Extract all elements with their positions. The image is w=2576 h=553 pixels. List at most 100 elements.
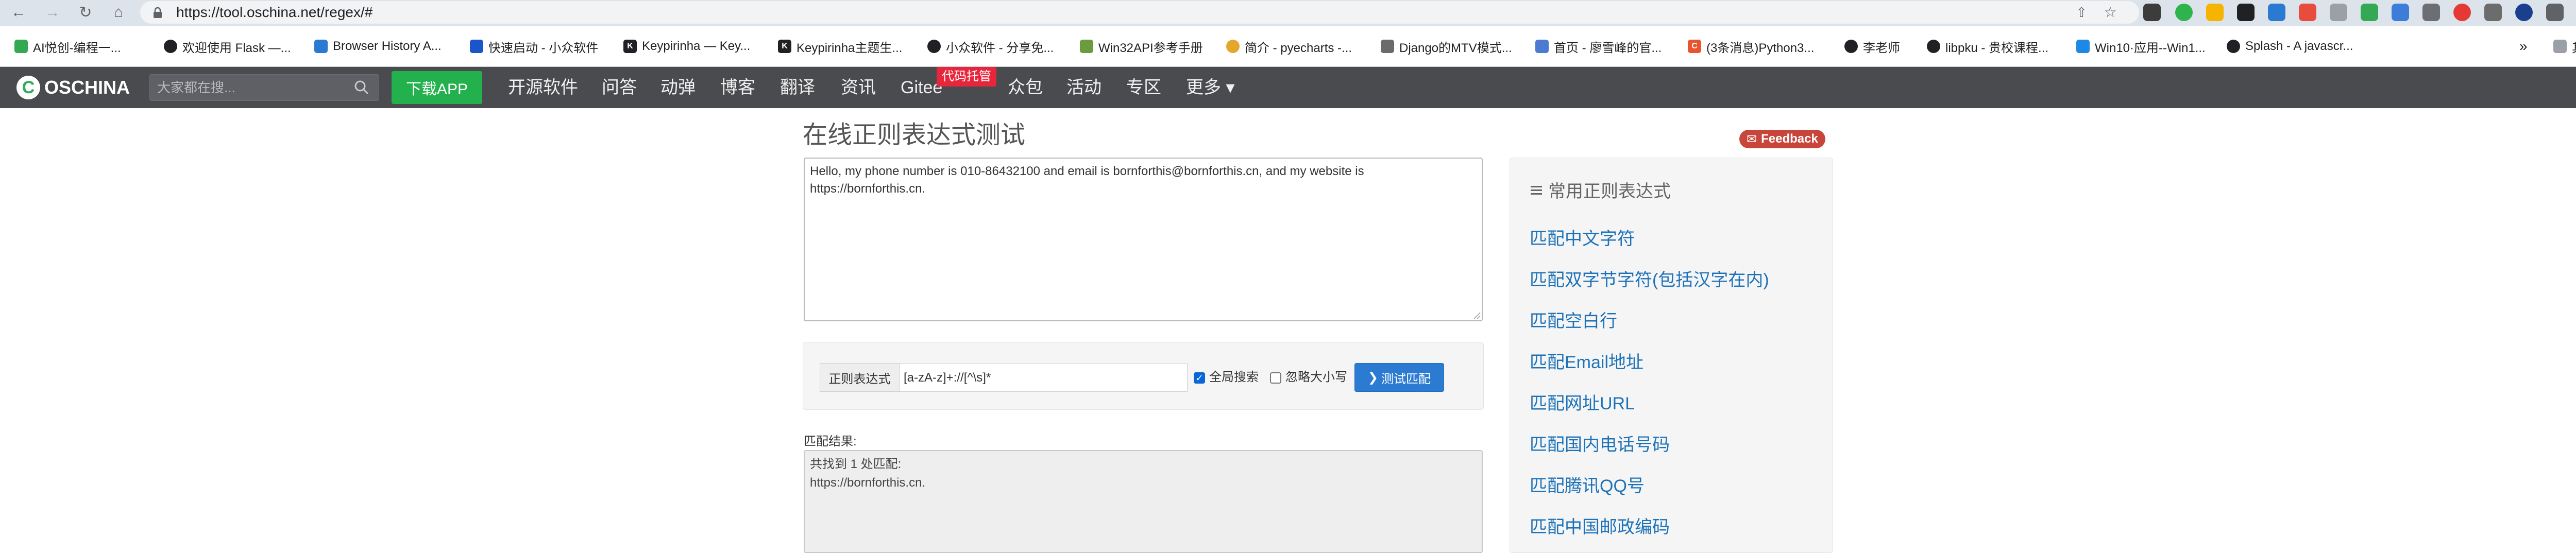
nav-tweets[interactable]: 动弹 bbox=[660, 67, 696, 108]
bookmark-item[interactable]: 李老师 bbox=[1844, 26, 1900, 67]
result-line: https://bornforthis.cn. bbox=[810, 476, 926, 490]
sidebar-item-url[interactable]: 匹配网址URL bbox=[1530, 391, 1635, 417]
list-icon bbox=[1530, 179, 1543, 204]
sidebar-item-blank-line[interactable]: 匹配空白行 bbox=[1530, 308, 1617, 334]
page-title: 在线正则表达式测试 bbox=[803, 122, 1026, 149]
nav-blog[interactable]: 博客 bbox=[720, 67, 755, 108]
bookmark-item[interactable]: Win10·应用--Win1... bbox=[2076, 26, 2206, 67]
extension-camera-icon[interactable] bbox=[2330, 4, 2347, 21]
globe-icon bbox=[2227, 40, 2240, 53]
bookmark-item[interactable]: C (3条消息)Python3... bbox=[1688, 26, 1814, 67]
bookmark-item[interactable]: libpku - 贵校课程... bbox=[1927, 26, 2048, 67]
extension-blue-icon[interactable] bbox=[2392, 4, 2409, 21]
oschina-logo[interactable]: C OSCHINA bbox=[16, 67, 130, 108]
extension-github-icon[interactable] bbox=[2237, 4, 2255, 21]
extension-leaf-icon[interactable] bbox=[2361, 4, 2378, 21]
bookmark-label: Django的MTV模式... bbox=[1399, 41, 1512, 55]
search-icon[interactable] bbox=[353, 79, 370, 96]
puzzle-icon[interactable] bbox=[2546, 4, 2564, 21]
bookmark-item[interactable]: 快速启动 - 小众软件 bbox=[470, 26, 598, 67]
address-bar[interactable]: https://tool.oschina.net/regex/# ⇧ ☆ bbox=[140, 1, 2139, 24]
sidebar-item-chinese[interactable]: 匹配中文字符 bbox=[1530, 226, 1635, 252]
mail-icon: ✉ bbox=[1747, 132, 1757, 146]
bookmark-item[interactable]: K Keypirinha — Key... bbox=[623, 26, 750, 67]
nav-crowdsourcing[interactable]: 众包 bbox=[1008, 67, 1043, 108]
bookmark-item[interactable]: 欢迎使用 Flask —... bbox=[164, 26, 291, 67]
global-search-label: 全局搜索 bbox=[1209, 370, 1259, 384]
home-icon[interactable]: ⌂ bbox=[108, 2, 129, 23]
github-icon bbox=[1927, 40, 1940, 53]
nav-more-dropdown[interactable]: 更多 ▾ bbox=[1186, 67, 1235, 108]
extension-fe-icon[interactable] bbox=[2299, 4, 2316, 21]
reload-icon[interactable]: ↻ bbox=[75, 2, 96, 23]
oschina-logo-icon: C bbox=[16, 76, 40, 99]
bookmark-label: 小众软件 - 分享免... bbox=[946, 41, 1054, 55]
sidebar-title: 常用正则表达式 bbox=[1530, 179, 1671, 204]
forward-arrow-icon[interactable]: → bbox=[42, 2, 63, 23]
bookmark-item[interactable]: K Keypirinha主题生... bbox=[778, 26, 902, 67]
global-search-checkbox[interactable]: ✓ bbox=[1194, 372, 1205, 384]
bookmark-label: AI悦创-编程一... bbox=[33, 41, 121, 55]
bookmark-item[interactable]: Django的MTV模式... bbox=[1381, 26, 1512, 67]
bookmark-label: (3条消息)Python3... bbox=[1706, 41, 1815, 55]
bookmark-label: 首页 - 廖雪峰的官... bbox=[1554, 41, 1662, 55]
sidebar-title-text: 常用正则表达式 bbox=[1548, 182, 1671, 201]
ignore-case-checkbox[interactable] bbox=[1270, 372, 1281, 384]
c-icon: C bbox=[1688, 40, 1701, 53]
bookmark-label: 欢迎使用 Flask —... bbox=[182, 41, 291, 55]
sidebar-item-double-byte[interactable]: 匹配双字节字符(包括汉字在内) bbox=[1530, 267, 1769, 293]
bookmark-label: 快速启动 - 小众软件 bbox=[488, 41, 599, 55]
extension-grid-icon[interactable] bbox=[2206, 4, 2224, 21]
download-app-button[interactable]: 下载APP bbox=[392, 71, 482, 104]
sidebar-item-qq[interactable]: 匹配腾讯QQ号 bbox=[1530, 473, 1645, 499]
extension-x-icon[interactable] bbox=[2143, 4, 2161, 21]
back-arrow-icon[interactable]: ← bbox=[8, 2, 29, 23]
nav-translate[interactable]: 翻译 bbox=[780, 67, 815, 108]
nav-zones[interactable]: 专区 bbox=[1126, 67, 1161, 108]
sidebar-item-email[interactable]: 匹配Email地址 bbox=[1530, 350, 1643, 375]
share-icon[interactable]: ⇧ bbox=[2073, 4, 2090, 21]
nav-open-source[interactable]: 开源软件 bbox=[508, 67, 578, 108]
browser-toolbar: ← → ↻ ⌂ https://tool.oschina.net/regex/#… bbox=[0, 0, 2576, 26]
bookmarks-more-button[interactable]: » bbox=[2519, 26, 2528, 67]
resize-grip-icon[interactable] bbox=[1472, 311, 1481, 319]
regex-input[interactable]: [a-zA-z]+://[^\s]* bbox=[899, 363, 1188, 392]
extension-shield-icon[interactable] bbox=[2453, 4, 2471, 21]
bookmark-item[interactable]: 小众软件 - 分享免... bbox=[927, 26, 1054, 67]
sidebar-item-phone[interactable]: 匹配国内电话号码 bbox=[1530, 432, 1670, 458]
logo-text: OSCHINA bbox=[44, 77, 130, 98]
nav-events[interactable]: 活动 bbox=[1066, 67, 1101, 108]
extension-compass-icon[interactable] bbox=[2515, 4, 2533, 21]
other-bookmarks-label: 其他书签 bbox=[2572, 38, 2576, 56]
extension-lock-icon[interactable] bbox=[2268, 4, 2285, 21]
url-text: https://tool.oschina.net/regex/# bbox=[176, 4, 373, 20]
bookmark-item[interactable]: Win32API参考手册 bbox=[1080, 26, 1203, 67]
bookmark-item[interactable]: 首页 - 廖雪峰的官... bbox=[1535, 26, 1662, 67]
gitee-badge: 代码托管 bbox=[937, 67, 996, 87]
result-box[interactable]: 共找到 1 处匹配: https://bornforthis.cn. bbox=[804, 450, 1483, 553]
sidebar-item-postcode[interactable]: 匹配中国邮政编码 bbox=[1530, 514, 1670, 540]
common-regex-sidebar: 常用正则表达式 匹配中文字符 匹配双字节字符(包括汉字在内) 匹配空白行 匹配E… bbox=[1510, 158, 1833, 553]
search-input[interactable] bbox=[149, 74, 379, 101]
extension-whatsapp-icon[interactable] bbox=[2175, 4, 2193, 21]
bookmark-label: Splash - A javascr... bbox=[2245, 39, 2353, 53]
bookmark-item[interactable]: AI悦创-编程一... bbox=[14, 26, 121, 67]
extension-box-icon[interactable] bbox=[2422, 4, 2440, 21]
source-text-area[interactable]: Hello, my phone number is 010-86432100 a… bbox=[804, 158, 1483, 321]
bookmark-item[interactable]: Splash - A javascr... bbox=[2227, 26, 2353, 67]
chevron-down-icon: ❯ bbox=[1367, 370, 1379, 385]
feedback-label: Feedback bbox=[1761, 132, 1818, 146]
bookmark-label: Win32API参考手册 bbox=[1098, 41, 1203, 55]
nav-qa[interactable]: 问答 bbox=[602, 67, 637, 108]
bookmark-item[interactable]: Browser History A... bbox=[314, 26, 442, 67]
nav-news[interactable]: 资讯 bbox=[841, 67, 876, 108]
other-bookmarks[interactable]: 其他书签 bbox=[2553, 26, 2576, 67]
extension-badge-icon[interactable] bbox=[2484, 4, 2502, 21]
grid-icon bbox=[314, 40, 328, 53]
bookmark-label: Keypirinha主题生... bbox=[796, 41, 903, 55]
star-icon[interactable]: ☆ bbox=[2102, 4, 2119, 21]
bookmark-item[interactable]: 简介 - pyecharts -... bbox=[1226, 26, 1352, 67]
test-match-button[interactable]: ❯ 测试匹配 bbox=[1354, 363, 1444, 392]
result-label: 匹配结果: bbox=[804, 435, 857, 448]
feedback-button[interactable]: ✉ Feedback bbox=[1739, 130, 1825, 148]
